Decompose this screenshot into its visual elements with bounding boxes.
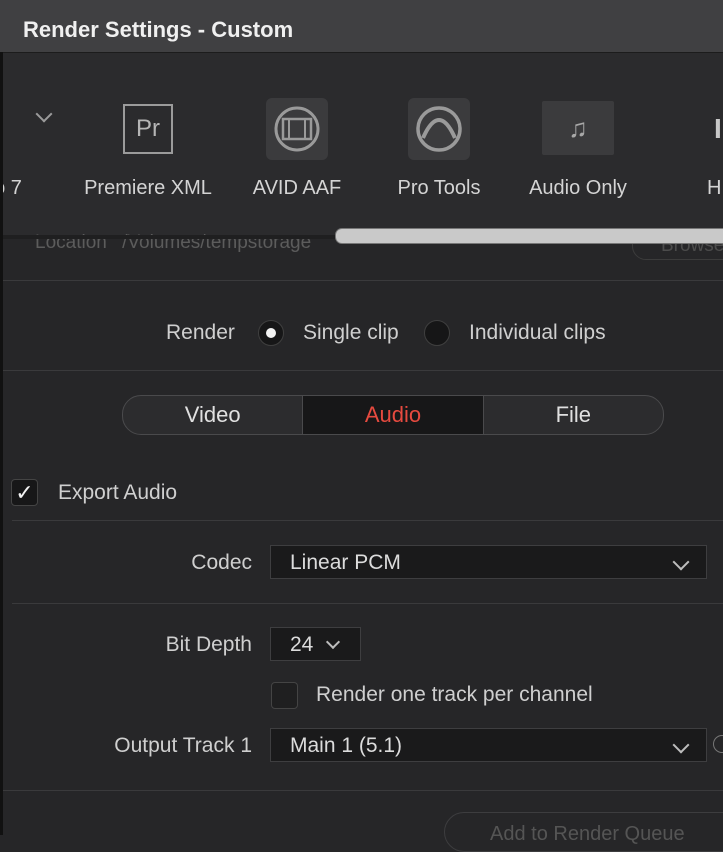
preset-label: Pro Tools — [397, 177, 481, 199]
divider — [3, 790, 723, 791]
chevron-down-icon — [325, 634, 341, 650]
avid-film-reel-icon — [266, 98, 328, 160]
preset-pro-tools[interactable]: Pro Tools — [369, 53, 509, 238]
title-bar: Render Settings - Custom — [0, 0, 723, 53]
one-track-per-channel-label[interactable]: Render one track per channel — [316, 683, 593, 707]
settings-tabs: Video Audio File — [122, 395, 664, 435]
export-audio-checkbox[interactable]: ✓ — [11, 479, 38, 506]
divider — [3, 280, 723, 281]
window-title: Render Settings - Custom — [23, 17, 294, 42]
individual-clips-radio[interactable] — [424, 320, 450, 346]
pro-tools-icon — [408, 98, 470, 160]
tab-audio[interactable]: Audio — [302, 396, 484, 434]
divider — [3, 370, 723, 371]
preset-label: Premiere XML — [84, 177, 212, 199]
codec-value: Linear PCM — [290, 551, 401, 574]
export-audio-label[interactable]: Export Audio — [58, 481, 177, 505]
preset-label: o 7 — [3, 177, 22, 199]
tab-file[interactable]: File — [484, 396, 663, 434]
preset-label: Audio Only — [529, 177, 627, 199]
one-track-per-channel-checkbox[interactable] — [271, 682, 298, 709]
preset-partial-right[interactable]: IM HD — [649, 53, 723, 238]
horizontal-scrollbar[interactable] — [335, 228, 723, 244]
single-clip-label[interactable]: Single clip — [303, 321, 399, 345]
render-mode-row: Render Single clip Individual clips — [0, 316, 723, 352]
bit-depth-select[interactable]: 24 — [270, 627, 361, 661]
output-track-1-label: Output Track 1 — [114, 734, 252, 757]
preset-strip: o 7 Pr Premiere XML AVID AAF Pro Tools — [3, 53, 723, 238]
chevron-down-icon — [672, 553, 690, 571]
premiere-pr-icon: Pr — [117, 98, 179, 160]
divider — [12, 603, 723, 604]
preset-partial-left[interactable]: o 7 — [3, 53, 78, 238]
render-label: Render — [166, 321, 235, 344]
tab-video[interactable]: Video — [123, 396, 302, 434]
preset-avid-aaf[interactable]: AVID AAF — [227, 53, 367, 238]
codec-label: Codec — [191, 551, 252, 574]
output-track-1-select[interactable]: Main 1 (5.1) — [270, 728, 707, 762]
single-clip-radio[interactable] — [258, 320, 284, 346]
individual-clips-label[interactable]: Individual clips — [469, 321, 606, 345]
preset-label: AVID AAF — [252, 177, 342, 199]
add-track-icon[interactable] — [713, 735, 723, 753]
preset-label: HD — [707, 177, 723, 199]
bit-depth-label: Bit Depth — [165, 633, 252, 656]
music-note-icon: ♫ — [542, 101, 614, 155]
chevron-down-icon — [672, 736, 690, 754]
chevron-down-icon[interactable] — [35, 105, 53, 123]
preset-premiere-xml[interactable]: Pr Premiere XML — [78, 53, 218, 238]
codec-select[interactable]: Linear PCM — [270, 545, 707, 579]
output-track-1-value: Main 1 (5.1) — [290, 734, 403, 757]
bit-depth-value: 24 — [290, 633, 314, 656]
add-to-render-queue-button[interactable]: Add to Render Queue — [444, 812, 723, 852]
imf-icon: IM — [714, 113, 723, 144]
divider — [12, 520, 723, 521]
preset-audio-only[interactable]: ♫ Audio Only — [508, 53, 648, 238]
